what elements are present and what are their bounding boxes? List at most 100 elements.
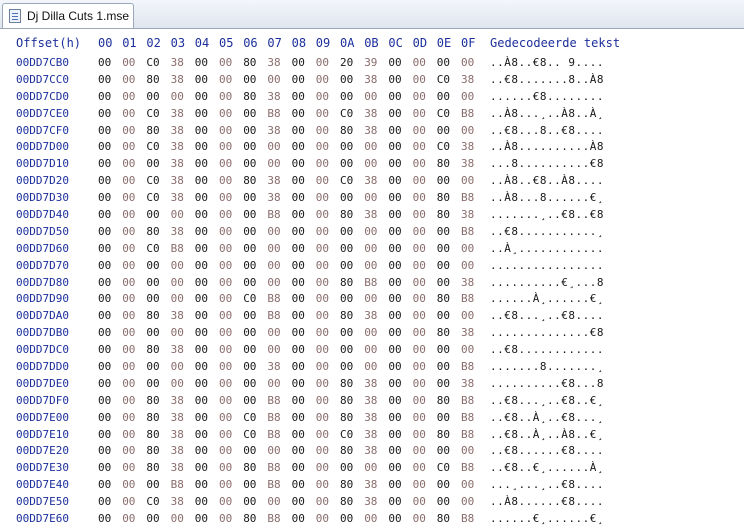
hex-byte[interactable]: 00	[364, 258, 377, 275]
hex-byte[interactable]: 00	[437, 308, 450, 325]
decoded-text[interactable]: ..€8..€¸......À¸	[490, 460, 604, 477]
hex-byte[interactable]: 00	[316, 72, 329, 89]
hex-row[interactable]: 00DD7DD0 00 00 00 00 00 00 00 38 00 00 00 00 00 00 00 B8…	[0, 359, 744, 376]
hex-byte[interactable]: 38	[364, 443, 377, 460]
decoded-text[interactable]: ..............€8	[490, 325, 604, 342]
hex-byte[interactable]: 00	[388, 427, 401, 444]
hex-byte[interactable]: 00	[243, 275, 256, 292]
hex-byte[interactable]: 00	[146, 477, 159, 494]
hex-byte[interactable]: 38	[364, 494, 377, 511]
hex-byte[interactable]: 80	[437, 511, 450, 528]
hex-byte[interactable]: 00	[316, 342, 329, 359]
hex-byte[interactable]: 00	[292, 139, 305, 156]
hex-byte[interactable]: 80	[340, 410, 353, 427]
hex-byte[interactable]: 00	[219, 342, 232, 359]
hex-byte[interactable]: 00	[316, 241, 329, 258]
hex-byte[interactable]: 38	[461, 139, 474, 156]
hex-byte[interactable]: 00	[146, 89, 159, 106]
hex-byte[interactable]: 00	[219, 477, 232, 494]
hex-byte[interactable]: 00	[316, 494, 329, 511]
hex-byte[interactable]: 00	[243, 376, 256, 393]
hex-byte[interactable]: 80	[437, 393, 450, 410]
hex-byte[interactable]: 00	[388, 156, 401, 173]
hex-byte[interactable]: 00	[364, 89, 377, 106]
hex-byte[interactable]: 80	[340, 443, 353, 460]
hex-byte[interactable]: 00	[413, 291, 426, 308]
hex-byte[interactable]: 00	[316, 477, 329, 494]
hex-byte[interactable]: 00	[171, 258, 184, 275]
hex-row[interactable]: 00DD7D50 00 00 80 38 00 00 00 00 00 00 00 00 00 00 00 B8…	[0, 224, 744, 241]
hex-byte[interactable]: 00	[122, 275, 135, 292]
hex-byte[interactable]: 00	[413, 258, 426, 275]
hex-byte[interactable]: 00	[388, 325, 401, 342]
hex-byte[interactable]: 00	[364, 241, 377, 258]
hex-byte[interactable]: 00	[98, 224, 111, 241]
hex-byte[interactable]: 38	[267, 55, 280, 72]
hex-byte[interactable]: 00	[219, 224, 232, 241]
hex-byte[interactable]: 00	[267, 325, 280, 342]
hex-byte[interactable]: 00	[98, 106, 111, 123]
hex-byte[interactable]: B8	[461, 410, 474, 427]
hex-row[interactable]: 00DD7D10 00 00 00 38 00 00 00 00 00 00 00 00 00 00 80 38…	[0, 156, 744, 173]
hex-byte[interactable]: 00	[437, 89, 450, 106]
hex-byte[interactable]: C0	[146, 139, 159, 156]
hex-byte[interactable]: 00	[195, 106, 208, 123]
hex-byte[interactable]: 00	[388, 511, 401, 528]
hex-byte[interactable]: 38	[171, 342, 184, 359]
hex-byte[interactable]: 00	[122, 207, 135, 224]
hex-byte[interactable]: 00	[316, 393, 329, 410]
hex-byte[interactable]: 38	[461, 156, 474, 173]
hex-byte[interactable]: C0	[146, 55, 159, 72]
hex-row[interactable]: 00DD7E00 00 00 80 38 00 00 C0 B8 00 00 80 38 00 00 00 B8…	[0, 410, 744, 427]
hex-byte[interactable]: 80	[146, 72, 159, 89]
hex-row[interactable]: 00DD7D80 00 00 00 00 00 00 00 00 00 00 80 B8 00 00 00 38…	[0, 275, 744, 292]
hex-byte[interactable]: 00	[98, 55, 111, 72]
hex-byte[interactable]: 00	[243, 241, 256, 258]
hex-byte[interactable]: 38	[364, 393, 377, 410]
hex-byte[interactable]: 00	[316, 89, 329, 106]
hex-byte[interactable]: 80	[340, 477, 353, 494]
hex-byte[interactable]: 00	[413, 190, 426, 207]
hex-byte[interactable]: C0	[243, 291, 256, 308]
hex-byte[interactable]: C0	[340, 427, 353, 444]
hex-byte[interactable]: 00	[413, 275, 426, 292]
hex-byte[interactable]: 00	[437, 241, 450, 258]
decoded-text[interactable]: ..À8......€8....	[490, 494, 604, 511]
hex-byte[interactable]: 80	[340, 308, 353, 325]
hex-byte[interactable]: 00	[292, 443, 305, 460]
hex-byte[interactable]: 00	[122, 72, 135, 89]
hex-byte[interactable]: 00	[388, 359, 401, 376]
hex-byte[interactable]: 00	[219, 55, 232, 72]
hex-byte[interactable]: 00	[388, 308, 401, 325]
hex-byte[interactable]: 00	[195, 241, 208, 258]
hex-byte[interactable]: 00	[171, 376, 184, 393]
hex-byte[interactable]: 00	[388, 190, 401, 207]
hex-byte[interactable]: 00	[292, 89, 305, 106]
hex-byte[interactable]: 38	[171, 443, 184, 460]
hex-byte[interactable]: 80	[340, 393, 353, 410]
hex-byte[interactable]: 38	[461, 72, 474, 89]
hex-byte[interactable]: 00	[98, 325, 111, 342]
hex-byte[interactable]: 38	[171, 460, 184, 477]
hex-byte[interactable]: 80	[243, 460, 256, 477]
hex-byte[interactable]: 80	[243, 55, 256, 72]
hex-byte[interactable]: 39	[364, 55, 377, 72]
hex-byte[interactable]: 00	[219, 207, 232, 224]
hex-byte[interactable]: 00	[340, 291, 353, 308]
hex-byte[interactable]: 00	[219, 460, 232, 477]
hex-row[interactable]: 00DD7DC0 00 00 80 38 00 00 00 00 00 00 00 00 00 00 00 00…	[0, 342, 744, 359]
hex-byte[interactable]: 00	[146, 258, 159, 275]
hex-byte[interactable]: 00	[98, 139, 111, 156]
hex-byte[interactable]: 00	[316, 224, 329, 241]
hex-byte[interactable]: 00	[292, 427, 305, 444]
hex-byte[interactable]: 00	[195, 123, 208, 140]
hex-byte[interactable]: 00	[413, 325, 426, 342]
hex-byte[interactable]: 00	[437, 342, 450, 359]
hex-byte[interactable]: 00	[388, 460, 401, 477]
hex-byte[interactable]: 80	[146, 443, 159, 460]
hex-byte[interactable]: 00	[243, 207, 256, 224]
hex-byte[interactable]: 00	[98, 207, 111, 224]
hex-row[interactable]: 00DD7DB0 00 00 00 00 00 00 00 00 00 00 00 00 00 00 80 38…	[0, 325, 744, 342]
file-tab[interactable]: Dj Dilla Cuts 1.mse	[2, 3, 134, 28]
hex-byte[interactable]: 00	[340, 359, 353, 376]
